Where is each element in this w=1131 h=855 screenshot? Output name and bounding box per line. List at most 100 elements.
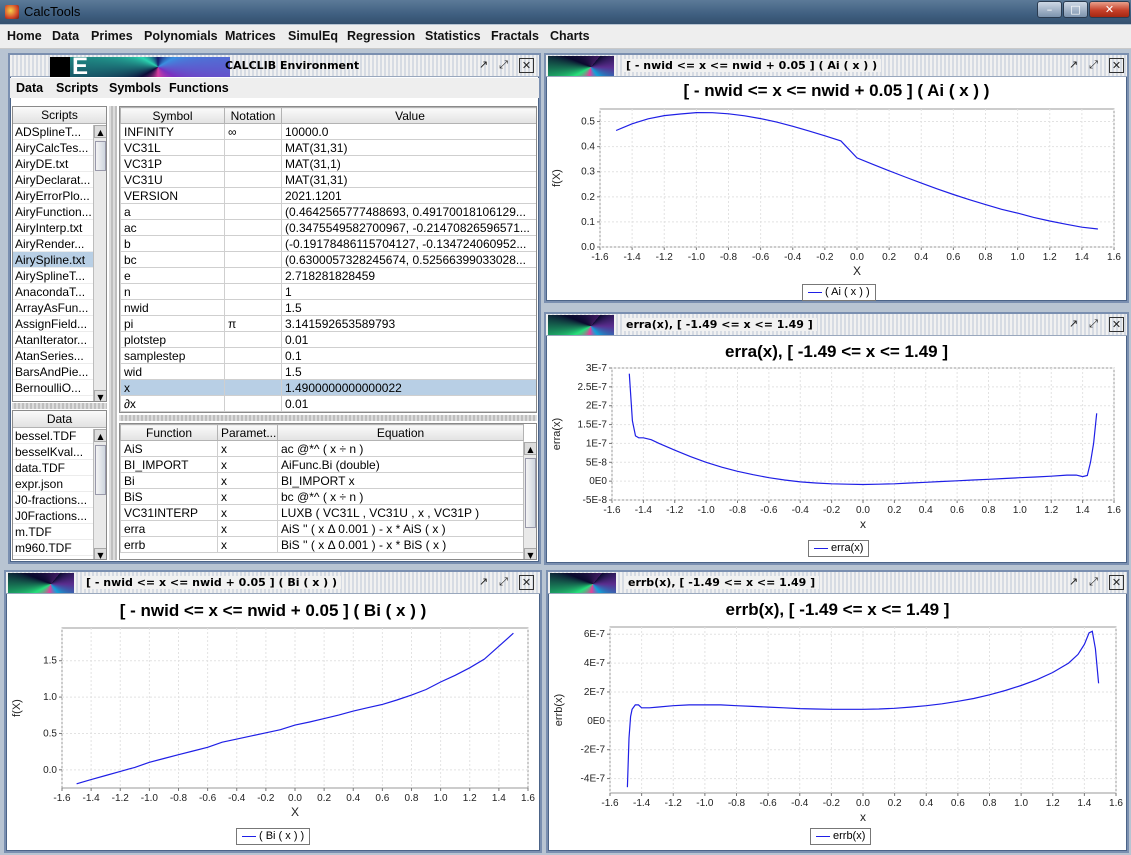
submenu-symbols[interactable]: Symbols xyxy=(109,81,161,95)
symbol-name-cell[interactable]: pi xyxy=(120,315,225,332)
script-list-item[interactable]: ADSplineT... xyxy=(13,124,93,140)
symbol-notation-cell[interactable] xyxy=(224,347,282,364)
symbol-row[interactable]: e 2.718281828459 xyxy=(120,267,536,284)
symbol-name-cell[interactable]: nwid xyxy=(120,299,225,316)
menu-simuleq[interactable]: SimulEq xyxy=(288,29,338,43)
symbol-value-cell[interactable]: (0.4642565777488693, 0.49170018106129... xyxy=(281,203,536,220)
symbol-value-cell[interactable]: (0.6300057328245674, 0.52566399033028... xyxy=(281,251,536,268)
scroll-down-icon[interactable]: ▼ xyxy=(524,548,536,559)
frame-maximize-icon[interactable]: ⤢ xyxy=(1086,58,1101,73)
script-list-item[interactable]: AiryRender... xyxy=(13,236,93,252)
menu-matrices[interactable]: Matrices xyxy=(225,29,276,43)
symbol-notation-cell[interactable]: ∞ xyxy=(224,123,282,140)
symbol-value-cell[interactable]: (-0.19178486115704127, -0.134724060952..… xyxy=(281,235,536,252)
menu-polynomials[interactable]: Polynomials xyxy=(144,29,218,43)
function-parameter-cell[interactable]: x xyxy=(217,536,278,553)
frame-restore-icon[interactable]: ↗ xyxy=(1066,575,1081,590)
window-minimize-button[interactable]: – xyxy=(1037,1,1062,18)
script-list-item[interactable]: AiryDeclarat... xyxy=(13,172,93,188)
data-file-item[interactable]: m.TDF xyxy=(13,524,93,540)
function-name-cell[interactable]: erra xyxy=(120,520,218,537)
frame-restore-icon[interactable]: ↗ xyxy=(1066,58,1081,73)
symbol-row[interactable]: VC31U MAT(31,31) xyxy=(120,171,536,188)
script-list-item[interactable]: AiryInterp.txt xyxy=(13,220,93,236)
symbol-notation-cell[interactable] xyxy=(224,203,282,220)
symbol-notation-cell[interactable] xyxy=(224,251,282,268)
function-equation-cell[interactable]: BiS '' ( x Δ 0.001 ) - x * BiS ( x ) xyxy=(277,536,524,553)
function-parameter-cell[interactable]: x xyxy=(217,488,278,505)
symbol-name-cell[interactable]: a xyxy=(120,203,225,220)
symbols-col-value[interactable]: Value xyxy=(281,107,536,124)
frame-restore-icon[interactable]: ↗ xyxy=(476,58,491,73)
plot-titlebar[interactable]: erra(x), [ -1.49 <= x <= 1.49 ] ↗ ⤢ ✕ xyxy=(546,314,1127,336)
submenu-data[interactable]: Data xyxy=(16,81,43,95)
symbol-value-cell[interactable]: 1 xyxy=(281,283,536,300)
plot-titlebar[interactable]: [ - nwid <= x <= nwid + 0.05 ] ( Ai ( x … xyxy=(546,55,1127,77)
scroll-thumb[interactable] xyxy=(525,458,536,528)
menu-regression[interactable]: Regression xyxy=(347,29,415,43)
functions-col-equation[interactable]: Equation xyxy=(277,424,524,441)
scroll-up-icon[interactable]: ▲ xyxy=(94,429,106,442)
scroll-thumb[interactable] xyxy=(95,141,106,171)
symbol-name-cell[interactable]: b xyxy=(120,235,225,252)
data-file-item[interactable]: bessel.TDF xyxy=(13,428,93,444)
symbol-name-cell[interactable]: n xyxy=(120,283,225,300)
symbol-value-cell[interactable]: 3.141592653589793 xyxy=(281,315,536,332)
window-close-button[interactable]: ✕ xyxy=(1089,1,1130,18)
function-equation-cell[interactable]: AiFunc.Bi (double) xyxy=(277,456,524,473)
function-parameter-cell[interactable]: x xyxy=(217,472,278,489)
symbol-name-cell[interactable]: VC31P xyxy=(120,155,225,172)
symbol-notation-cell[interactable] xyxy=(224,267,282,284)
function-name-cell[interactable]: VC31INTERP xyxy=(120,504,218,521)
symbol-name-cell[interactable]: VERSION xyxy=(120,187,225,204)
symbol-value-cell[interactable]: 2021.1201 xyxy=(281,187,536,204)
functions-col-parameters[interactable]: Paramet... xyxy=(217,424,278,441)
function-parameter-cell[interactable]: x xyxy=(217,504,278,521)
frame-restore-icon[interactable]: ↗ xyxy=(1066,317,1081,332)
symbol-value-cell[interactable]: 0.1 xyxy=(281,347,536,364)
symbols-col-symbol[interactable]: Symbol xyxy=(120,107,225,124)
script-list-item[interactable]: ArrayAsFun... xyxy=(13,300,93,316)
frame-close-icon[interactable]: ✕ xyxy=(1109,575,1124,590)
script-list-item[interactable]: AiryErrorPlo... xyxy=(13,188,93,204)
function-row[interactable]: BiS x bc @*^ ( x ÷ n ) xyxy=(120,488,524,505)
function-row[interactable]: Bi x BI_IMPORT x xyxy=(120,472,524,489)
frame-close-icon[interactable]: ✕ xyxy=(1109,58,1124,73)
data-file-item[interactable]: besselKval... xyxy=(13,444,93,460)
frame-close-icon[interactable]: ✕ xyxy=(1109,317,1124,332)
symbol-name-cell[interactable]: ac xyxy=(120,219,225,236)
symbol-value-cell[interactable]: (0.3475549582700967, -0.21470826596571..… xyxy=(281,219,536,236)
symbol-notation-cell[interactable] xyxy=(224,171,282,188)
functions-col-function[interactable]: Function xyxy=(120,424,218,441)
symbol-value-cell[interactable]: 1.5 xyxy=(281,299,536,316)
symbol-row[interactable]: nwid 1.5 xyxy=(120,299,536,316)
symbol-name-cell[interactable]: VC31U xyxy=(120,171,225,188)
data-scrollbar[interactable]: ▲ ▼ xyxy=(93,429,106,559)
functions-scrollbar[interactable]: ▲ ▼ xyxy=(523,442,536,559)
symbol-name-cell[interactable]: bc xyxy=(120,251,225,268)
script-list-item[interactable]: AiryFunction... xyxy=(13,204,93,220)
scripts-scrollbar[interactable]: ▲ ▼ xyxy=(93,125,106,401)
scroll-up-icon[interactable]: ▲ xyxy=(524,442,536,455)
menu-statistics[interactable]: Statistics xyxy=(425,29,481,43)
symbol-notation-cell[interactable] xyxy=(224,219,282,236)
symbol-notation-cell[interactable] xyxy=(224,283,282,300)
symbol-value-cell[interactable]: 1.4900000000000022 xyxy=(281,379,536,396)
symbol-notation-cell[interactable] xyxy=(224,331,282,348)
scroll-down-icon[interactable]: ▼ xyxy=(94,390,106,401)
scripts-data-splitter[interactable] xyxy=(12,403,107,409)
symbol-notation-cell[interactable] xyxy=(224,299,282,316)
symbol-row[interactable]: VC31L MAT(31,31) xyxy=(120,139,536,156)
symbol-row[interactable]: wid 1.5 xyxy=(120,363,536,380)
function-parameter-cell[interactable]: x xyxy=(217,440,278,457)
submenu-scripts[interactable]: Scripts xyxy=(56,81,98,95)
function-parameter-cell[interactable]: x xyxy=(217,520,278,537)
symbol-name-cell[interactable]: e xyxy=(120,267,225,284)
symbol-row[interactable]: a (0.4642565777488693, 0.49170018106129..… xyxy=(120,203,536,220)
function-row[interactable]: BI_IMPORT x AiFunc.Bi (double) xyxy=(120,456,524,473)
script-list-item[interactable]: BernoulliO... xyxy=(13,380,93,396)
symbol-row[interactable]: VERSION 2021.1201 xyxy=(120,187,536,204)
function-row[interactable]: erra x AiS '' ( x Δ 0.001 ) - x * AiS ( x … xyxy=(120,520,524,537)
calclib-titlebar[interactable]: E CALCLIB Environment ↗ ⤢ ✕ xyxy=(10,53,539,80)
window-maximize-button[interactable]: □ xyxy=(1063,1,1088,18)
